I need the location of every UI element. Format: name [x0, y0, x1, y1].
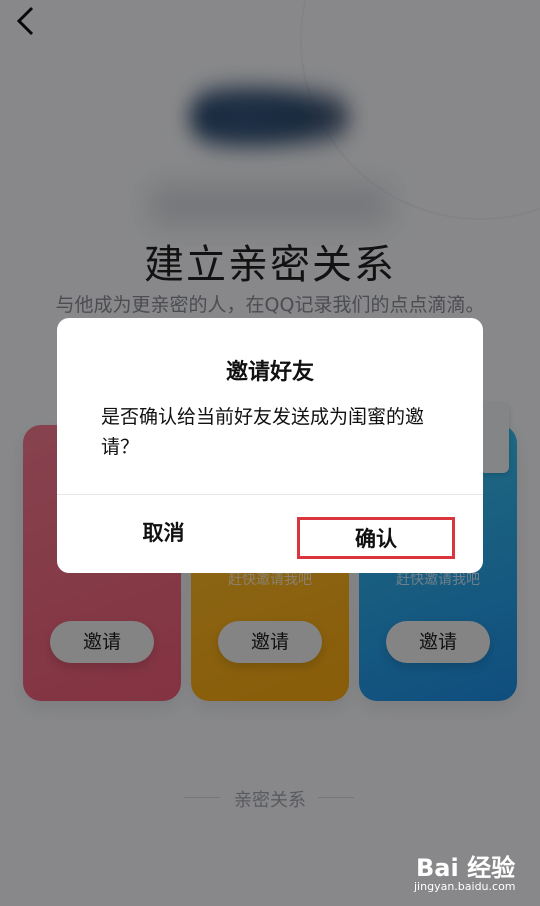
watermark-brand: Bai 经验	[416, 854, 516, 882]
dialog-title: 邀请好友	[225, 360, 314, 385]
watermark-url: jingyan.baidu.com	[414, 880, 516, 893]
cancel-button[interactable]: 取消	[57, 495, 270, 573]
confirm-button[interactable]: 确认	[297, 517, 455, 559]
invite-dialog: 邀请好友 是否确认给当前好友发送成为闺蜜的邀请？ 取消 确认	[57, 318, 483, 573]
baidu-jingyan-watermark: Bai 经验 jingyan.baidu.com	[410, 848, 530, 896]
dialog-message: 是否确认给当前好友发送成为闺蜜的邀请？	[101, 406, 425, 458]
